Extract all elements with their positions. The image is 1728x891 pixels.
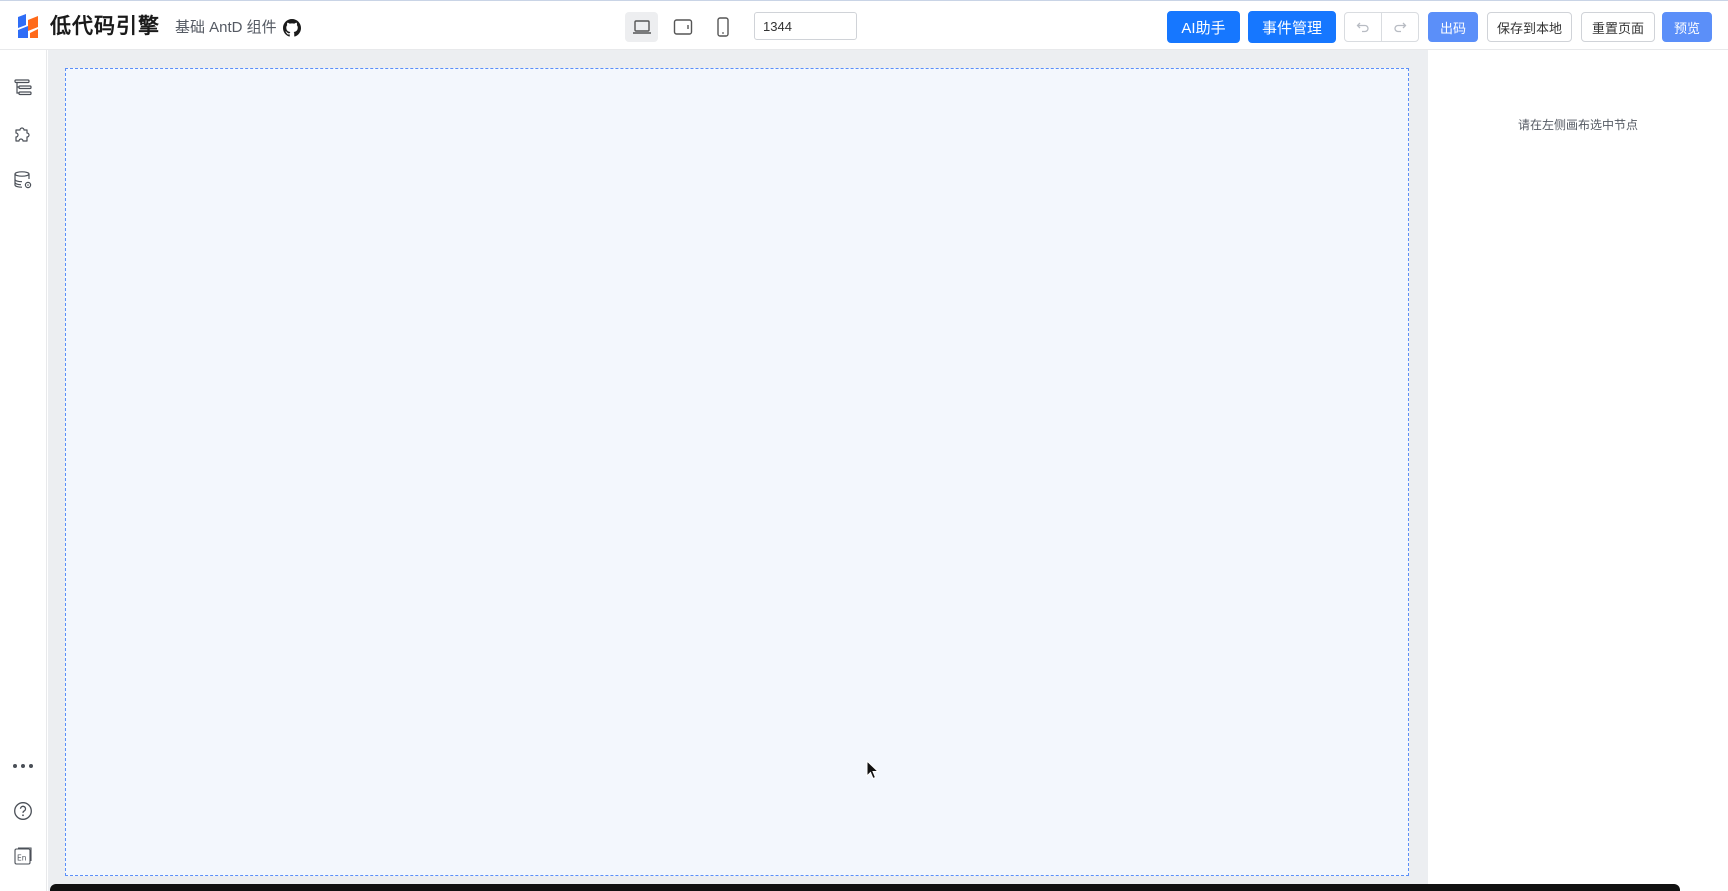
- device-tablet-button[interactable]: [666, 12, 699, 42]
- github-icon[interactable]: [283, 19, 301, 37]
- preview-button[interactable]: 预览: [1662, 12, 1712, 42]
- svg-text:En: En: [17, 854, 27, 863]
- top-toolbar: 低代码引擎 基础 AntD 组件 px AI助手 事件管理: [0, 0, 1728, 50]
- help-button[interactable]: [12, 800, 34, 822]
- event-manager-button[interactable]: 事件管理: [1248, 11, 1336, 43]
- component-puzzle-icon: [15, 127, 30, 142]
- mouse-cursor-icon: [866, 760, 880, 780]
- phone-icon: [716, 17, 729, 37]
- design-canvas[interactable]: [65, 68, 1409, 876]
- undo-icon: [1356, 22, 1369, 33]
- ai-assistant-button[interactable]: AI助手: [1167, 11, 1240, 43]
- empty-selection-hint: 请在左侧画布选中节点: [1517, 118, 1638, 132]
- redo-icon: [1394, 22, 1407, 33]
- laptop-icon: [632, 20, 651, 34]
- redo-button[interactable]: [1381, 12, 1419, 42]
- canvas-width-input[interactable]: [755, 13, 856, 39]
- app-name: 低代码引擎: [50, 14, 160, 38]
- component-library-label: 基础 AntD 组件: [175, 19, 277, 36]
- datasource-button[interactable]: [12, 169, 34, 191]
- export-code-button[interactable]: 出码: [1428, 12, 1478, 42]
- device-mobile-button[interactable]: [706, 12, 739, 42]
- component-library-button[interactable]: [12, 123, 34, 145]
- language-en-icon: En: [14, 847, 32, 865]
- settings-panel: 请在左侧画布选中节点: [1428, 50, 1728, 891]
- window-bottom-edge: [50, 884, 1680, 891]
- more-button[interactable]: [12, 755, 34, 777]
- more-icon: [13, 764, 33, 768]
- tablet-icon: [673, 19, 692, 35]
- canvas-width-field: px: [754, 12, 857, 40]
- logo-icon: [18, 14, 38, 38]
- help-icon: [14, 802, 32, 820]
- datasource-icon: [14, 171, 32, 189]
- outline-tree-button[interactable]: [12, 76, 34, 98]
- device-desktop-button[interactable]: [625, 12, 658, 42]
- undo-button[interactable]: [1344, 12, 1382, 42]
- reset-page-button[interactable]: 重置页面: [1581, 12, 1655, 42]
- outline-tree-icon: [14, 79, 32, 96]
- language-switch-button[interactable]: En: [12, 845, 34, 867]
- save-local-button[interactable]: 保存到本地: [1487, 12, 1572, 42]
- left-icon-rail: En: [0, 50, 47, 891]
- workspace: [48, 50, 1428, 891]
